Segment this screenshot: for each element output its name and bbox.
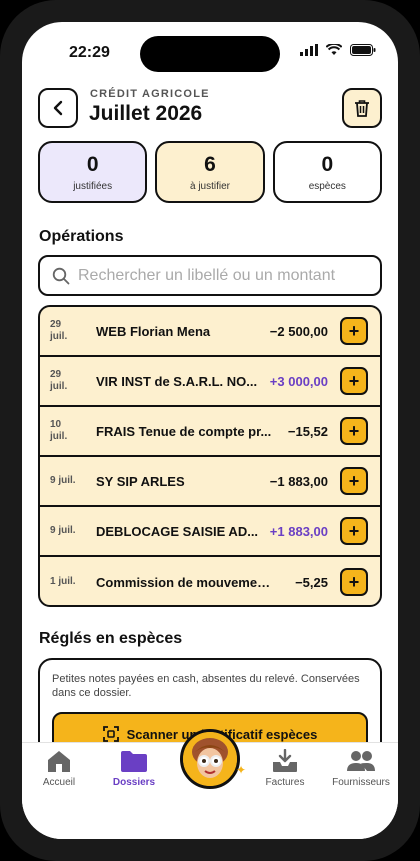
operation-date: 29 juil. xyxy=(50,319,68,342)
stat-to-justify[interactable]: 6 à justifier xyxy=(155,141,265,203)
operation-row[interactable]: 10 juil. FRAIS Tenue de compte pr... −15… xyxy=(40,407,380,457)
plus-icon: + xyxy=(348,470,360,491)
stats-row: 0 justifiées 6 à justifier 0 espèces xyxy=(38,141,382,203)
search-icon xyxy=(52,267,70,284)
operation-row[interactable]: 29 juil. WEB Florian Mena −2 500,00 + xyxy=(40,307,380,357)
operation-date: 10 juil. xyxy=(50,419,68,442)
operation-row[interactable]: 29 juil. VIR INST de S.A.R.L. NO... +3 0… xyxy=(40,357,380,407)
plus-icon: + xyxy=(348,320,360,341)
page-title: Juillet 2026 xyxy=(89,102,203,125)
operation-amount: −2 500,00 xyxy=(269,323,328,339)
operation-amount: +1 883,00 xyxy=(269,523,328,539)
operations-title: Opérations xyxy=(39,228,124,245)
scan-icon xyxy=(102,726,119,742)
tab-label: Factures xyxy=(265,777,305,788)
operation-amount: −15,52 xyxy=(287,423,328,439)
screen: 22:29 CRÉDIT AGRICOLE Juillet 2026 0 jus… xyxy=(22,22,398,839)
plus-icon: + xyxy=(348,520,360,541)
operation-row[interactable]: 9 juil. DEBLOCAGE SAISIE AD... +1 883,00… xyxy=(40,507,380,557)
plus-icon: + xyxy=(348,370,360,391)
avatar-illustration xyxy=(183,732,237,786)
add-justificatif-button[interactable]: + xyxy=(340,568,368,596)
sparkle-icon: ✦ xyxy=(236,763,247,777)
operation-date: 29 juil. xyxy=(50,369,68,392)
cellular-icon xyxy=(300,44,318,56)
inbox-download-icon xyxy=(273,749,297,772)
operation-label: VIR INST de S.A.R.L. NO... xyxy=(96,373,258,389)
page-header: CRÉDIT AGRICOLE Juillet 2026 xyxy=(38,86,382,128)
stat-value: 0 xyxy=(86,152,99,176)
tab-label: Fournisseurs xyxy=(332,777,390,788)
operation-amount: −5,25 xyxy=(295,574,328,590)
operation-row[interactable]: 1 juil. Commission de mouvement... −5,25… xyxy=(40,557,380,605)
tab-label: Dossiers xyxy=(112,777,156,788)
tab-accueil[interactable]: Accueil xyxy=(24,749,94,788)
phone-frame: 22:29 CRÉDIT AGRICOLE Juillet 2026 0 jus… xyxy=(0,0,420,861)
home-icon xyxy=(48,751,70,772)
add-justificatif-button[interactable]: + xyxy=(340,317,368,345)
stat-label: à justifier xyxy=(189,180,230,192)
plus-icon: + xyxy=(348,571,360,592)
search-box xyxy=(38,255,382,296)
tab-dossiers[interactable]: Dossiers xyxy=(99,749,169,788)
stat-label: espèces xyxy=(308,180,346,192)
trash-icon xyxy=(355,100,369,117)
tab-label: Accueil xyxy=(42,777,76,788)
cash-section-title: Réglés en espèces xyxy=(39,630,183,647)
avatar[interactable] xyxy=(180,729,240,789)
tab-fournisseurs[interactable]: Fournisseurs xyxy=(326,749,396,788)
operation-row[interactable]: 9 juil. SY SIP ARLES −1 883,00 + xyxy=(40,457,380,507)
battery-icon xyxy=(350,44,376,56)
operation-label: DEBLOCAGE SAISIE AD... xyxy=(96,523,259,539)
add-justificatif-button[interactable]: + xyxy=(340,367,368,395)
operation-amount: +3 000,00 xyxy=(269,373,328,389)
stat-cash[interactable]: 0 espèces xyxy=(272,141,382,203)
operation-amount: −1 883,00 xyxy=(269,473,328,489)
delete-button[interactable] xyxy=(342,88,382,128)
people-icon xyxy=(347,751,375,771)
operation-label: FRAIS Tenue de compte pr... xyxy=(96,423,272,439)
stat-label: justifiées xyxy=(73,180,113,192)
wifi-icon xyxy=(326,44,342,55)
tab-bar: Accueil Dossiers ✦ Factures Fournisseurs xyxy=(22,729,398,839)
plus-icon: + xyxy=(348,420,360,441)
add-justificatif-button[interactable]: + xyxy=(340,517,368,545)
back-button[interactable] xyxy=(38,88,78,128)
status-time: 22:29 xyxy=(69,44,110,61)
stat-value: 6 xyxy=(204,152,216,176)
operation-label: WEB Florian Mena xyxy=(96,323,211,339)
operation-date: 9 juil. xyxy=(50,525,76,536)
operation-date: 1 juil. xyxy=(50,576,76,587)
stat-justified[interactable]: 0 justifiées xyxy=(38,141,148,203)
status-bar: 22:29 xyxy=(22,22,398,76)
folder-icon xyxy=(121,751,147,772)
add-justificatif-button[interactable]: + xyxy=(340,417,368,445)
operation-label: SY SIP ARLES xyxy=(96,473,185,489)
add-justificatif-button[interactable]: + xyxy=(340,467,368,495)
stat-value: 0 xyxy=(321,152,334,176)
cash-description: Petites notes payées en cash, absentes d… xyxy=(52,673,360,699)
operations-list: 29 juil. WEB Florian Mena −2 500,00 + 29… xyxy=(38,305,382,607)
search-input[interactable] xyxy=(78,266,358,285)
status-icons xyxy=(300,44,376,56)
operation-label: Commission de mouvement... xyxy=(96,574,276,590)
chevron-left-icon xyxy=(53,100,63,116)
bank-name: CRÉDIT AGRICOLE xyxy=(90,88,210,100)
tab-factures[interactable]: Factures xyxy=(250,749,320,788)
operation-date: 9 juil. xyxy=(50,475,76,486)
dynamic-island xyxy=(140,36,280,72)
